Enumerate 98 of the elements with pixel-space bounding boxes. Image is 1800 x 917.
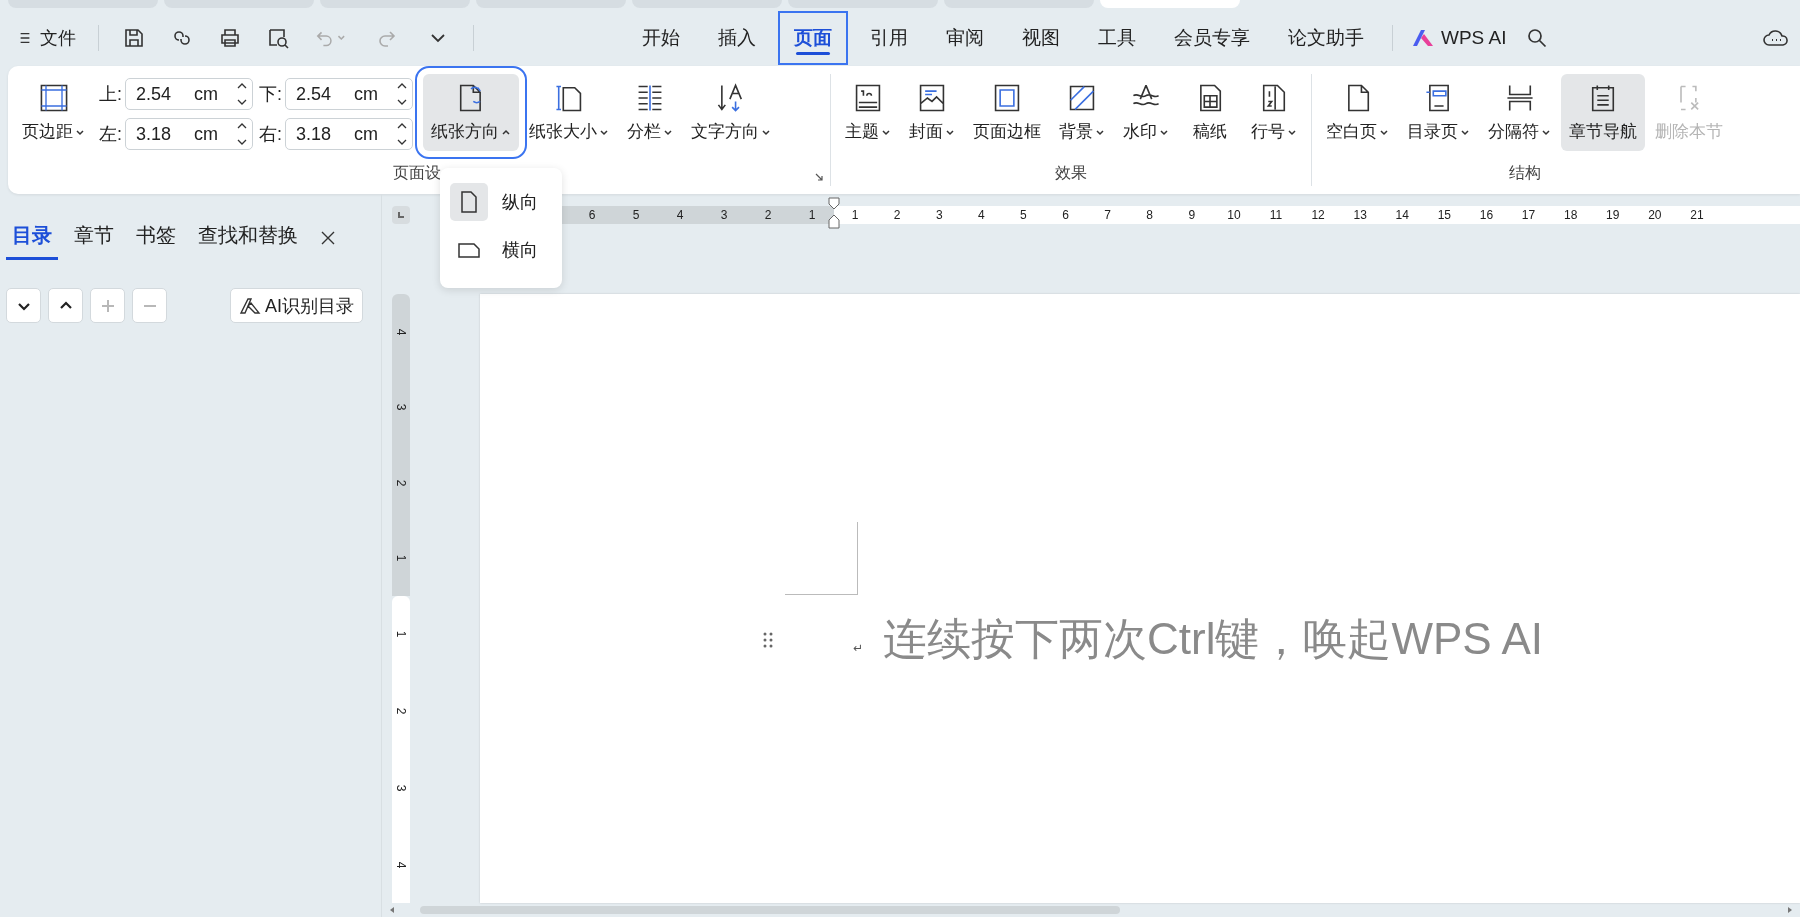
margin-spin-field[interactable]: 2.54 cm (125, 78, 253, 110)
ribbon-button[interactable]: 页面边框 (965, 74, 1049, 151)
ribbon-button[interactable]: 空白页 (1318, 74, 1397, 151)
ribbon-tab[interactable]: 开始 (626, 11, 696, 65)
ribbon-tab[interactable]: 论文助手 (1272, 11, 1380, 65)
ruler-number: 7 (1103, 208, 1112, 222)
ruler-number: 4 (977, 208, 986, 222)
ruler-number: 13 (1352, 208, 1368, 222)
pane-tab[interactable]: 目录 (6, 216, 58, 260)
margins-button[interactable]: 页边距 (14, 74, 93, 151)
ruler-number: 6 (1061, 208, 1070, 222)
ribbon-tab[interactable]: 页面 (778, 11, 848, 65)
ruler-number: 5 (1019, 208, 1028, 222)
ruler-number: 3 (394, 402, 408, 413)
scrollbar-thumb[interactable] (420, 906, 1120, 914)
ribbon-button[interactable]: 分隔符 (1480, 74, 1559, 151)
ruler-number: 19 (1605, 208, 1621, 222)
ruler-number: 21 (1689, 208, 1705, 222)
ribbon-tab[interactable]: 引用 (854, 11, 924, 65)
ribbon-button[interactable]: 背景 (1051, 74, 1113, 151)
ruler-number: 18 (1562, 208, 1579, 222)
ribbon-button[interactable]: 文字方向 (683, 74, 780, 151)
minus-icon (141, 304, 158, 307)
ai-icon (239, 296, 261, 315)
close-icon[interactable] (320, 230, 336, 246)
ribbon-button[interactable]: 目录页 (1399, 74, 1478, 151)
margin-spin-field[interactable]: 3.18 cm (285, 118, 414, 150)
file-menu[interactable]: 文件 (12, 22, 82, 54)
menu-item[interactable]: 横向 (446, 226, 556, 274)
ruler-number: 1 (394, 553, 408, 564)
down-button[interactable] (6, 288, 41, 323)
margin-spin-field[interactable]: 3.18 cm (125, 118, 253, 150)
ruler-number: 4 (675, 208, 685, 222)
up-button[interactable] (48, 288, 83, 323)
dialog-launcher-icon[interactable] (814, 172, 824, 182)
ruler-number: 8 (1145, 208, 1155, 222)
ai-logo-icon (1411, 28, 1435, 48)
ribbon-tab[interactable]: 插入 (702, 11, 772, 65)
wps-ai-button[interactable]: WPS AI (1405, 17, 1513, 59)
drag-handle-icon[interactable] (763, 631, 773, 648)
ribbon-tab[interactable]: 审阅 (930, 11, 1000, 65)
scroll-left-icon[interactable] (388, 906, 396, 914)
ruler-number: 1 (850, 208, 860, 222)
scroll-right-icon[interactable] (1786, 906, 1794, 914)
ribbon-button[interactable]: 章节导航 (1561, 74, 1645, 151)
margin-label: 上: (99, 83, 122, 106)
ribbon-button[interactable]: 纸张大小 (521, 74, 618, 151)
print-icon[interactable] (218, 26, 242, 50)
ruler-number: 16 (1478, 208, 1495, 222)
paragraph-mark: ↵ (853, 640, 864, 655)
group-title: 页面设 (393, 163, 442, 183)
ai-toc-button[interactable]: AI识别目录 (230, 288, 363, 323)
ribbon-button[interactable]: 行号 (1243, 74, 1305, 151)
tab-stop-icon[interactable] (392, 206, 410, 224)
margin-label: 右: (259, 123, 283, 146)
ai-hint-text: 连续按下两次Ctrl键，唤起WPS AI (883, 613, 1544, 665)
ruler-number: 4 (394, 860, 408, 870)
pane-tab[interactable]: 书签 (130, 216, 182, 260)
ruler-number: 1 (394, 630, 408, 640)
margin-spin-field[interactable]: 2.54 cm (285, 78, 414, 110)
ribbon-tab[interactable]: 视图 (1006, 11, 1076, 65)
ruler-number: 3 (719, 208, 729, 222)
ruler-number: 6 (587, 208, 597, 222)
save-icon[interactable] (122, 26, 146, 50)
ruler-number: 10 (1226, 208, 1242, 222)
ruler-number: 5 (631, 208, 641, 222)
ruler-number: 11 (1268, 208, 1284, 222)
ruler-number: 2 (892, 208, 902, 222)
ribbon-tab[interactable]: 工具 (1082, 11, 1152, 65)
ruler-number: 1 (807, 208, 817, 222)
ribbon-button[interactable]: 封面 (901, 74, 963, 151)
plus-icon (99, 297, 116, 314)
ruler-number: 17 (1520, 208, 1537, 222)
group-title: 结构 (1507, 163, 1542, 183)
ruler-number: 4 (394, 327, 408, 338)
ribbon-button[interactable]: 水印 (1115, 74, 1177, 151)
menu-item[interactable]: 纵向 (446, 178, 556, 226)
group-title: 效果 (1054, 163, 1088, 183)
ruler-number: 20 (1647, 208, 1663, 222)
ribbon-button[interactable]: 稿纸 (1179, 74, 1241, 151)
ribbon-tab[interactable]: 会员专享 (1158, 11, 1266, 65)
pane-tab[interactable]: 章节 (68, 216, 120, 260)
pane-tab[interactable]: 查找和替换 (192, 216, 304, 260)
ruler-number: 2 (394, 478, 408, 489)
print-preview-icon[interactable] (266, 26, 290, 50)
ruler-number: 9 (1187, 208, 1197, 222)
ruler-number: 2 (763, 208, 773, 222)
margin-label: 左: (99, 123, 122, 146)
ribbon-button[interactable]: 分栏 (619, 74, 682, 151)
ribbon-button[interactable]: 主题 (837, 74, 899, 151)
ruler-number: 14 (1394, 208, 1410, 222)
ruler-number: 15 (1436, 208, 1453, 222)
ruler-number: 3 (934, 208, 944, 222)
ruler-number: 12 (1310, 208, 1326, 222)
ruler-number: 2 (394, 706, 408, 717)
menu-icon (18, 31, 32, 45)
margin-label: 下: (259, 83, 283, 106)
ruler-number: 3 (394, 783, 408, 794)
